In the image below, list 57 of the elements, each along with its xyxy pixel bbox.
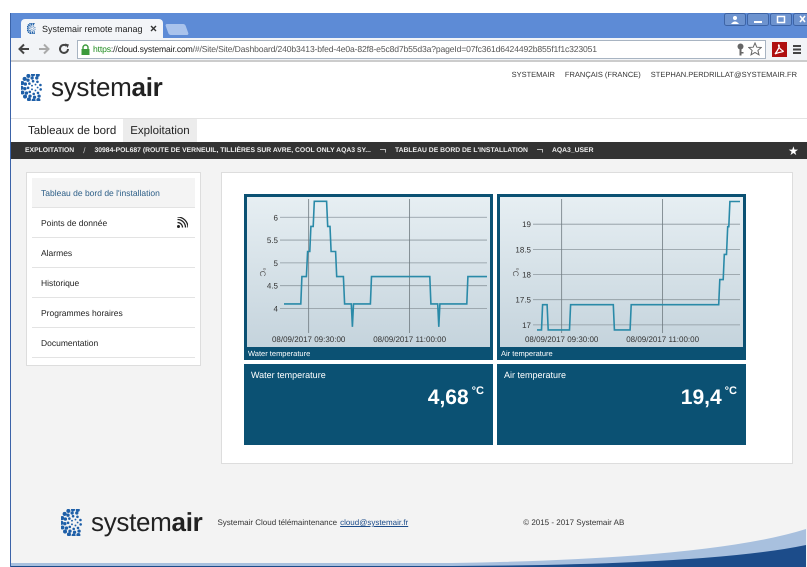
- unit-label: °C: [724, 385, 737, 397]
- email-link[interactable]: cloud@systemair.fr: [340, 518, 408, 527]
- line-series: [536, 200, 741, 331]
- y-tick-label: 19: [522, 220, 532, 230]
- reload-icon[interactable]: [57, 42, 71, 56]
- y-tick-label: 5.5: [266, 236, 279, 246]
- close-icon[interactable]: [150, 25, 157, 32]
- y-tick-label: 18: [522, 270, 532, 280]
- favorite-star[interactable]: ★: [788, 144, 799, 158]
- breadcrumb-separator: /: [83, 146, 86, 155]
- y-tick-label: 6: [274, 213, 279, 222]
- nav-tab[interactable]: Exploitation: [123, 119, 197, 142]
- x-tick-label: 08/09/2017 09:30:00: [272, 335, 346, 344]
- address-field[interactable]: https://cloud.systemair.com/#/Site/Site/Dashboard/240b3413-bfed-4e0a-82f8-e5c8d7b55d3a?pageId=07fc361d6424492b855f1f1c323051: [77, 40, 766, 58]
- user-icon[interactable]: [724, 13, 746, 26]
- tab-title: Systemair remote manag: [42, 24, 144, 34]
- logo-text: systemair: [91, 507, 202, 538]
- logo-dots-icon: [27, 23, 38, 34]
- maximize-icon[interactable]: [770, 13, 792, 26]
- sidebar-item[interactable]: Alarmes: [32, 238, 195, 268]
- x-tick-label: 08/09/2017 11:00:00: [626, 335, 700, 344]
- sidebar-item[interactable]: Historique: [32, 268, 195, 298]
- temperature-value: 19,4: [680, 386, 722, 410]
- feed-icon: [177, 217, 188, 228]
- y-tick-label: 5: [274, 258, 279, 268]
- browser-tab[interactable]: Systemair remote manag: [21, 19, 163, 38]
- lock-icon: [81, 44, 90, 54]
- logo-text: systemair: [51, 72, 162, 103]
- minimize-icon[interactable]: [747, 13, 769, 26]
- star-icon[interactable]: [748, 42, 762, 56]
- sidebar-item[interactable]: Programmes horaires: [32, 298, 195, 328]
- sidebar-item[interactable]: Documentation: [32, 328, 195, 358]
- temperature-value: 4,68: [428, 386, 469, 410]
- back-icon[interactable]: [17, 42, 31, 56]
- tile-title: Air temperature: [504, 370, 568, 380]
- footer-text: Systemair Cloud télémaintenance: [217, 518, 338, 527]
- y-tick-label: 4.5: [266, 282, 279, 291]
- close-icon[interactable]: [793, 13, 807, 26]
- key-icon[interactable]: [736, 42, 745, 56]
- sidebar-item[interactable]: Tableau de bord de l'installation: [32, 178, 195, 208]
- y-axis-title: °C: [258, 268, 267, 277]
- line-chart: 4 4.5 5 5.5 6 08/09/2017 09:30:00 08/09/2017 11:00:00 °C: [247, 197, 490, 347]
- x-tick-label: 08/09/2017 11:00:00: [373, 335, 447, 344]
- y-tick-label: 18.5: [515, 245, 532, 254]
- y-tick-label: 17: [522, 320, 532, 330]
- sidebar-item[interactable]: Points de donnée: [32, 208, 195, 238]
- line-series: [283, 200, 488, 328]
- copyright-text: © 2015 - 2017 Systemair AB: [523, 518, 624, 527]
- line-chart: 17 17.5 18 18.5 19 08/09/2017 09:30:00 08/09/2017 11:00:00 °C: [500, 197, 743, 347]
- x-tick-label: 08/09/2017 09:30:00: [524, 335, 599, 344]
- y-tick-label: 4: [274, 304, 279, 314]
- menu-icon[interactable]: [793, 43, 801, 55]
- unit-label: °C: [472, 385, 484, 397]
- pdf-icon[interactable]: [772, 42, 787, 56]
- y-tick-label: 17.5: [515, 296, 532, 305]
- tile-title: Water temperature: [251, 370, 327, 380]
- y-axis-title: °C: [511, 268, 520, 277]
